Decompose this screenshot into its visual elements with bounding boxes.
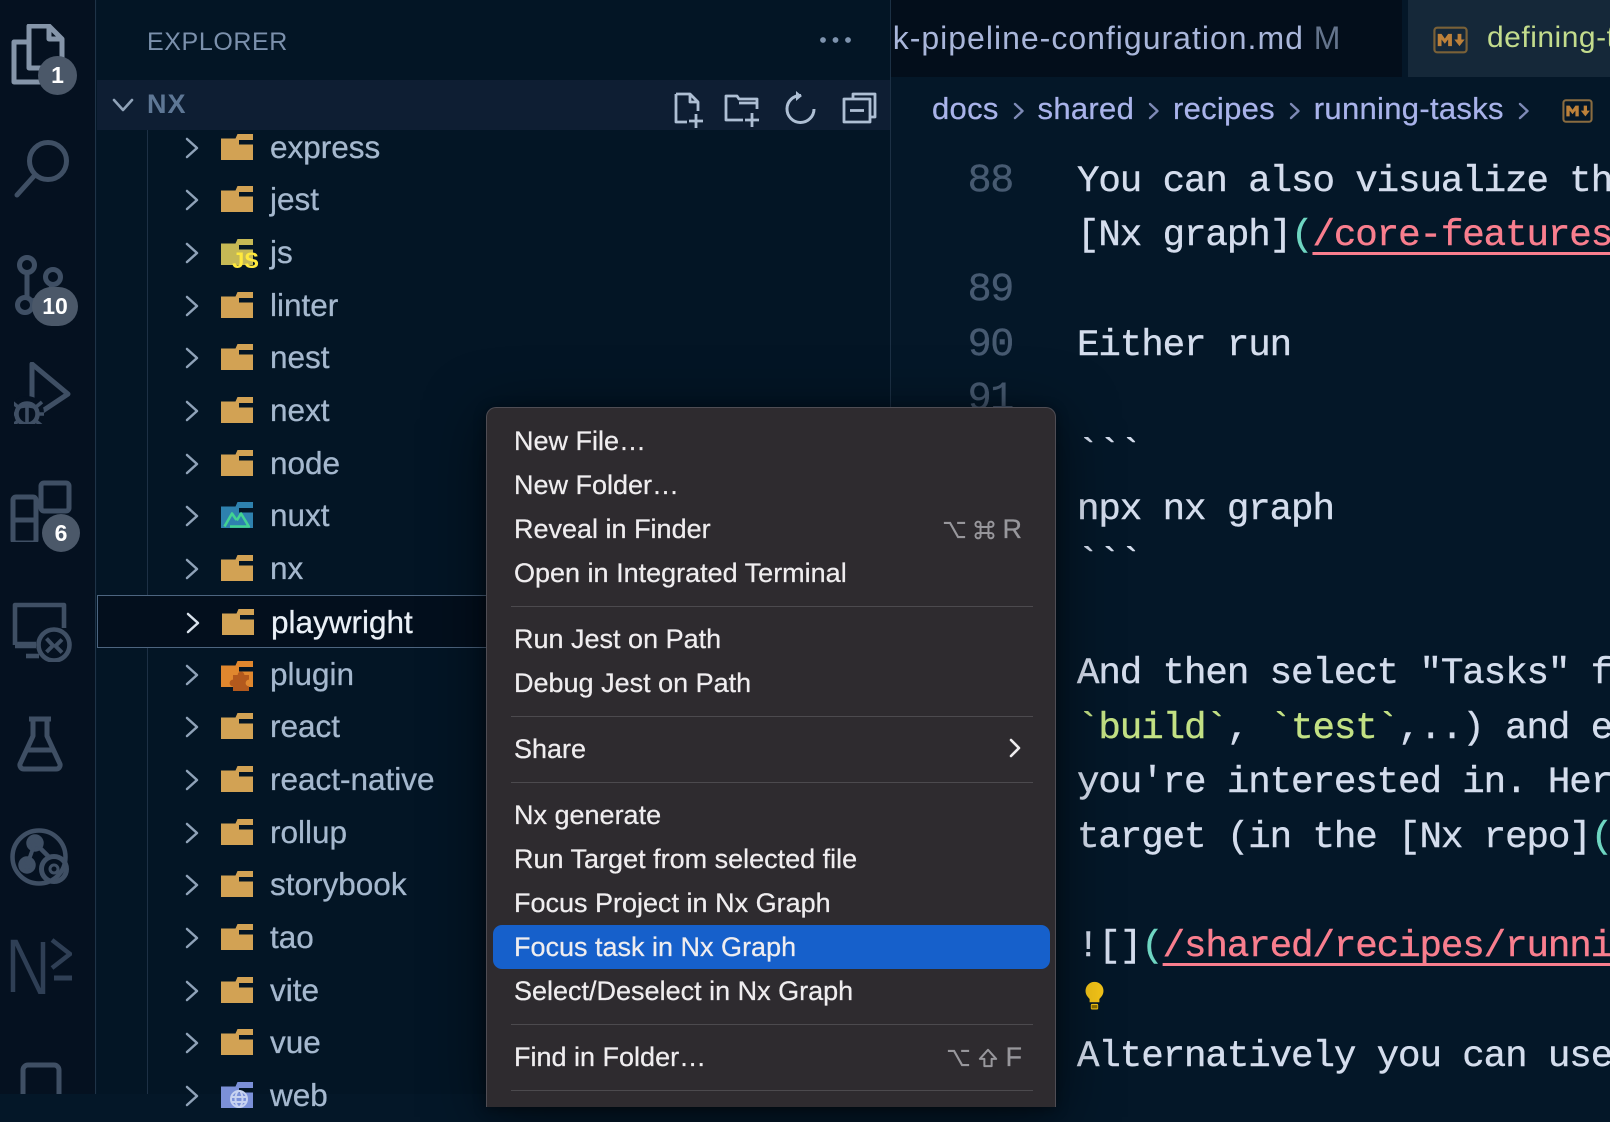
svg-text:JS: JS [232, 248, 259, 271]
